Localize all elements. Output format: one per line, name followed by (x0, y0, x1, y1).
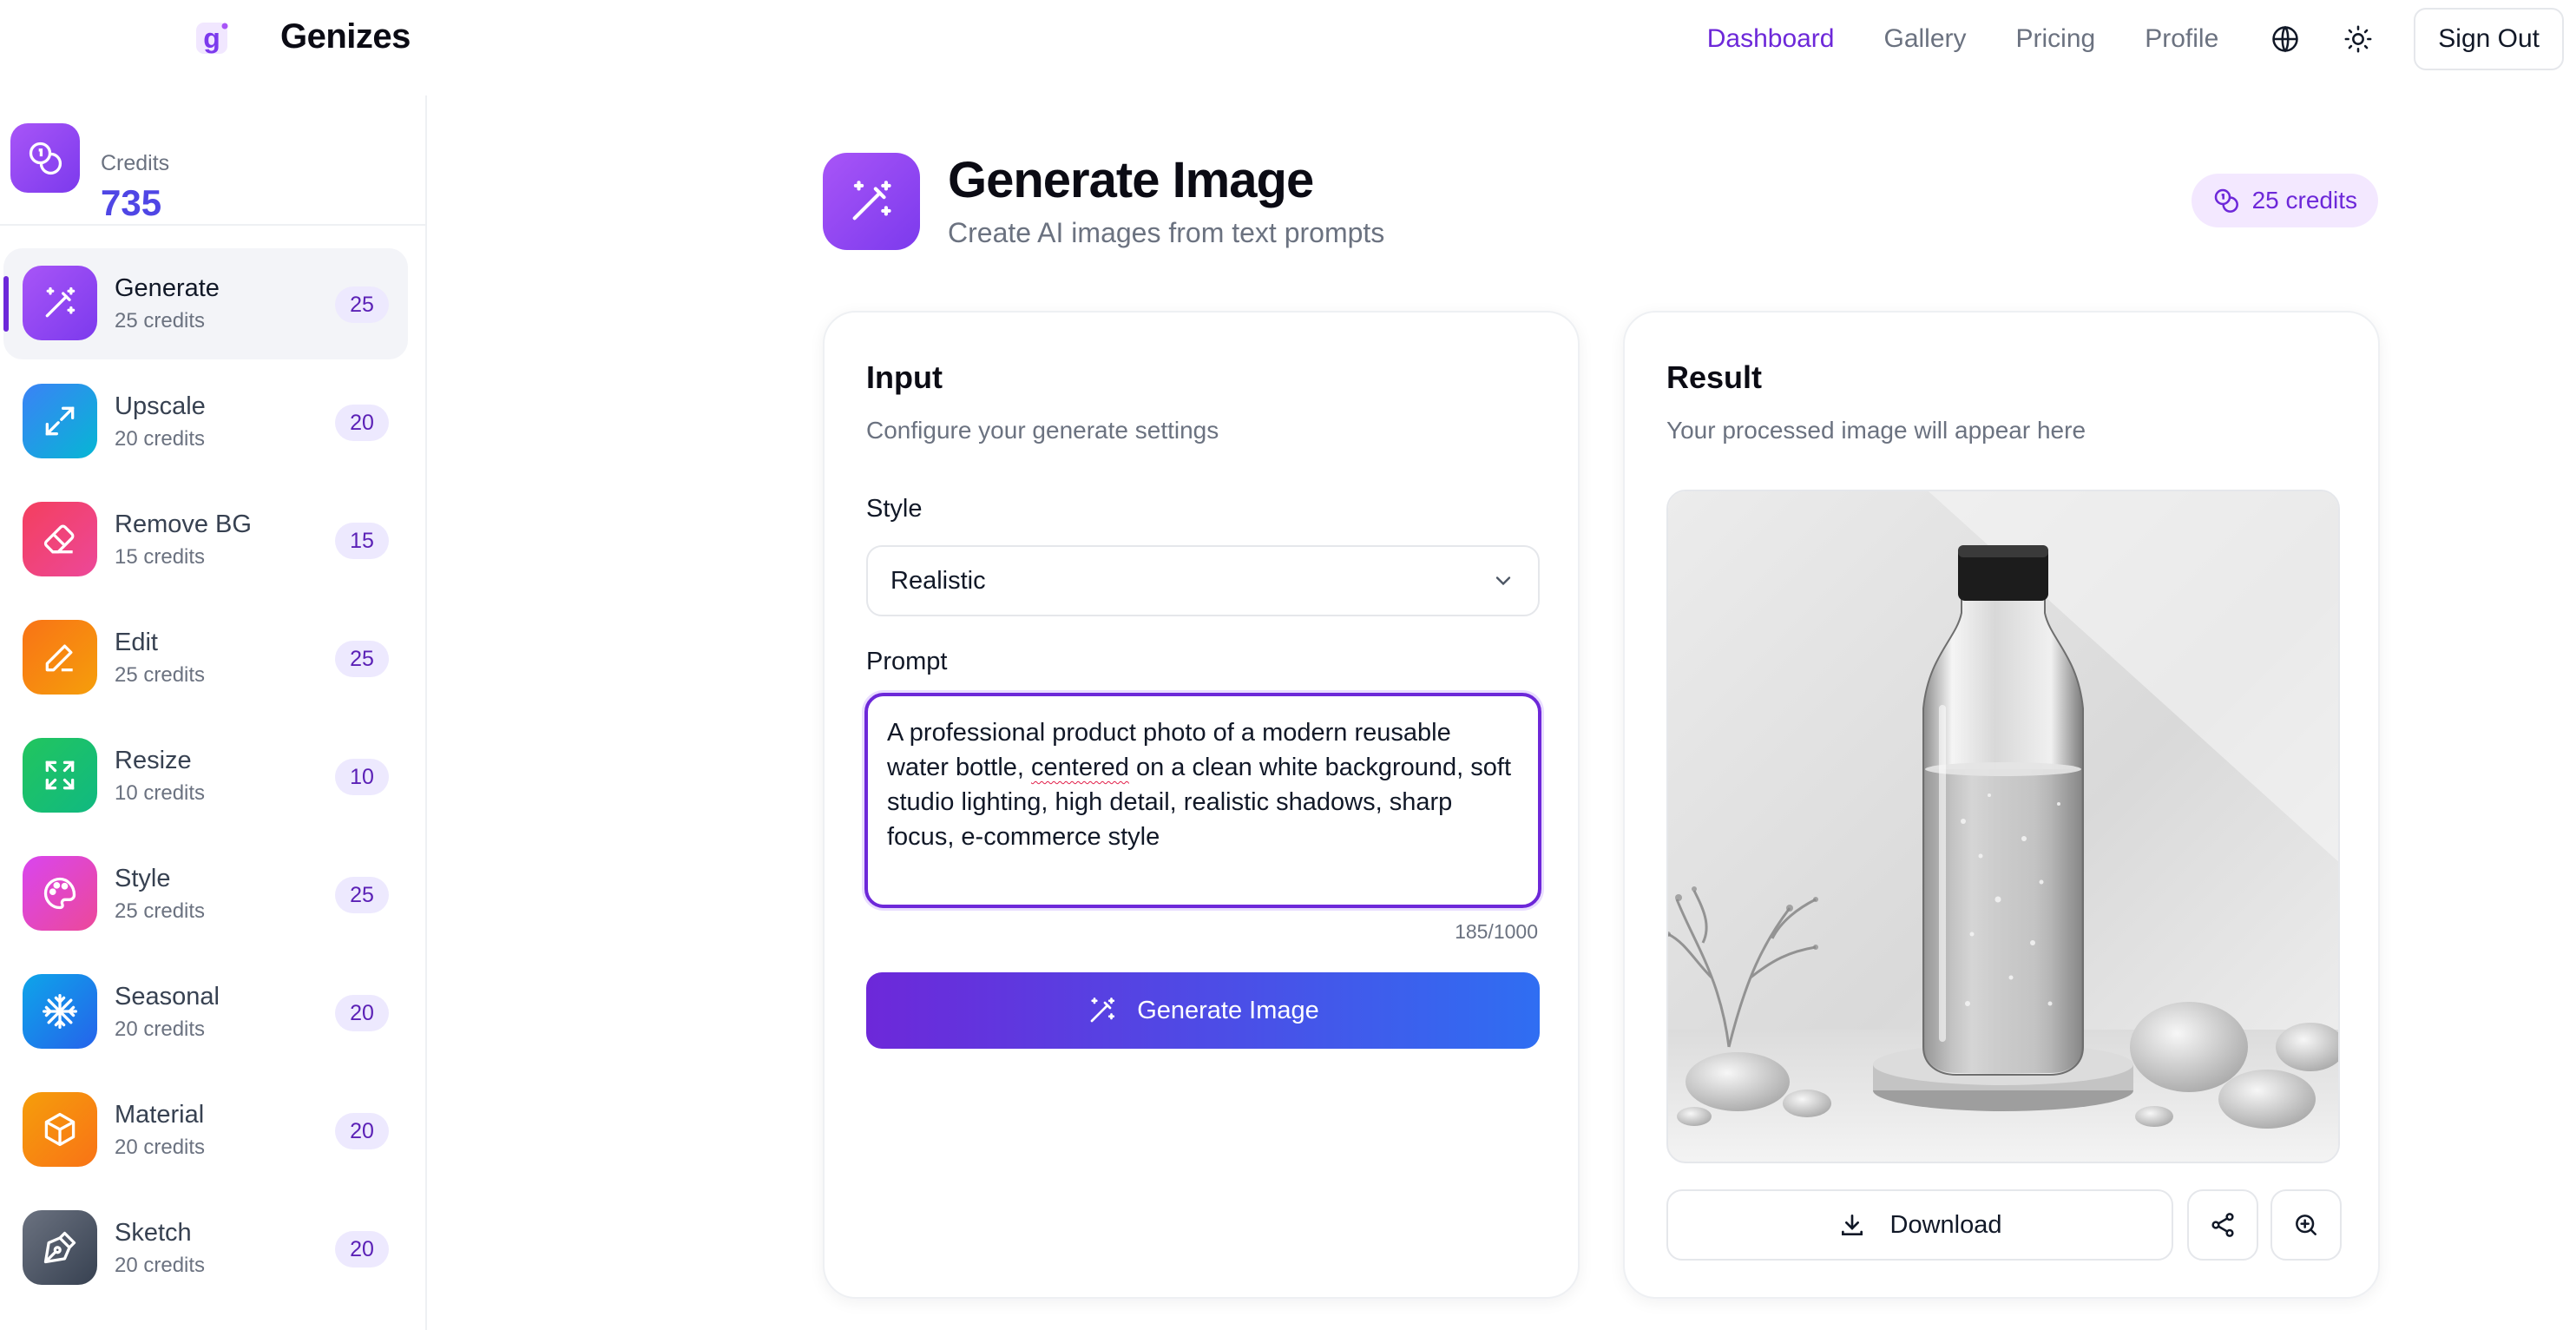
share-icon (2211, 1213, 2234, 1237)
credits-value: 735 (101, 182, 162, 223)
sidebar-divider (0, 224, 425, 226)
tool-cost: 25 credits (115, 309, 206, 332)
sidebar-item-resize[interactable]: Resize 10 credits 10 (3, 721, 408, 832)
download-label: Download (1889, 1210, 2002, 1239)
download-icon (1841, 1215, 1863, 1235)
magic-wand-icon (823, 153, 920, 250)
result-card-subtitle: Your processed image will appear here (1666, 417, 2086, 444)
sidebar-item-style[interactable]: Style 25 credits 25 (3, 839, 408, 950)
tool-name: Seasonal (115, 983, 220, 1011)
input-card-title: Input (866, 359, 943, 395)
tool-cost: 25 credits (115, 663, 206, 687)
tool-credit-badge: 20 (335, 995, 389, 1031)
tool-name: Remove BG (115, 510, 252, 538)
tool-name: Resize (115, 747, 192, 774)
input-card-subtitle: Configure your generate settings (866, 417, 1219, 444)
zoom-button[interactable] (2270, 1189, 2342, 1261)
tool-credit-badge: 25 (335, 877, 389, 913)
result-card: Result Your processed image will appear … (1623, 311, 2380, 1299)
tool-credit-badge: 15 (335, 523, 389, 559)
style-select[interactable]: Realistic (866, 545, 1540, 616)
tool-cost: 10 credits (115, 781, 206, 805)
top-navbar: g Genizes Dashboard Gallery Pricing Prof… (0, 0, 2576, 78)
tool-cost: 15 credits (115, 545, 206, 569)
prompt-textarea[interactable]: A professional product photo of a modern… (864, 693, 1541, 908)
sidebar-item-edit[interactable]: Edit 25 credits 25 (3, 602, 408, 714)
tool-name: Upscale (115, 392, 206, 420)
cost-badge: 25 credits (2191, 174, 2378, 227)
chevron-down-icon (1495, 576, 1511, 586)
sun-icon[interactable] (2341, 22, 2376, 56)
tool-credit-badge: 20 (335, 405, 389, 441)
nav-dashboard[interactable]: Dashboard (1707, 24, 1835, 54)
resize-icon (23, 738, 97, 813)
nav-profile[interactable]: Profile (2145, 24, 2218, 54)
tool-cost: 20 credits (115, 1136, 206, 1159)
sidebar-item-remove-bg[interactable]: Remove BG 15 credits 15 (3, 484, 408, 596)
tool-credit-badge: 25 (335, 641, 389, 677)
expand-arrows-icon (23, 384, 97, 458)
tool-cost: 20 credits (115, 427, 206, 451)
result-actions: Download (1666, 1189, 2354, 1261)
svg-text:g: g (203, 23, 220, 54)
download-button[interactable]: Download (1666, 1189, 2173, 1261)
prompt-label: Prompt (866, 648, 948, 675)
nav-pricing[interactable]: Pricing (2016, 24, 2096, 54)
sidebar: Credits 735 Generate 25 credits 25 Upsca… (0, 95, 427, 1330)
coins-icon (2214, 188, 2238, 213)
tool-name: Style (115, 865, 171, 892)
generate-button-label: Generate Image (1137, 996, 1319, 1024)
cost-badge-label: 25 credits (2251, 187, 2357, 214)
cube-icon (23, 1092, 97, 1167)
sign-out-button[interactable]: Sign Out (2414, 8, 2564, 70)
sidebar-item-generate[interactable]: Generate 25 credits 25 (3, 248, 408, 359)
sidebar-item-seasonal[interactable]: Seasonal 20 credits 20 (3, 957, 408, 1068)
style-select-value: Realistic (890, 566, 986, 595)
result-image[interactable] (1666, 490, 2340, 1163)
tool-name: Material (115, 1101, 205, 1129)
tool-credit-badge: 20 (335, 1231, 389, 1267)
zoom-in-icon (2296, 1215, 2316, 1235)
char-counter: 185/1000 (1455, 920, 1538, 943)
eraser-icon (23, 502, 97, 576)
tool-name: Generate (115, 274, 220, 302)
tool-cost: 25 credits (115, 899, 206, 923)
tool-credit-badge: 25 (335, 286, 389, 323)
credits-summary: Credits 735 (10, 123, 418, 223)
snowflake-icon (23, 974, 97, 1049)
main-nav: Dashboard Gallery Pricing Profile Sign O… (1707, 7, 2564, 71)
input-card: Input Configure your generate settings S… (823, 311, 1580, 1299)
tool-name: Edit (115, 629, 158, 656)
magic-wand-icon (1090, 998, 1115, 1023)
pen-nib-icon (23, 1210, 97, 1285)
generate-image-button[interactable]: Generate Image (866, 972, 1540, 1049)
share-button[interactable] (2187, 1189, 2258, 1261)
palette-icon (23, 856, 97, 931)
style-label: Style (866, 495, 923, 523)
page-title: Generate Image (948, 152, 1314, 208)
tool-list: Generate 25 credits 25 Upscale 20 credit… (0, 248, 425, 1311)
prompt-text: centered (1031, 754, 1129, 781)
magic-wand-icon (23, 266, 97, 340)
tool-name: Sketch (115, 1219, 192, 1247)
sidebar-item-upscale[interactable]: Upscale 20 credits 20 (3, 366, 408, 477)
tool-cost: 20 credits (115, 1017, 206, 1041)
pencil-icon (23, 620, 97, 695)
brand-name[interactable]: Genizes (280, 17, 411, 56)
tool-credit-badge: 20 (335, 1113, 389, 1149)
tool-cost: 20 credits (115, 1254, 206, 1277)
globe-icon[interactable] (2268, 22, 2303, 56)
credits-label: Credits (101, 151, 170, 175)
tool-credit-badge: 10 (335, 759, 389, 795)
sidebar-item-sketch[interactable]: Sketch 20 credits 20 (3, 1193, 408, 1304)
result-card-title: Result (1666, 359, 1763, 395)
page-subtitle: Create AI images from text prompts (948, 217, 1385, 248)
nav-gallery[interactable]: Gallery (1883, 24, 1966, 54)
g-logo-icon[interactable]: g (194, 19, 233, 57)
sidebar-item-material[interactable]: Material 20 credits 20 (3, 1075, 408, 1186)
coins-icon (10, 123, 80, 193)
